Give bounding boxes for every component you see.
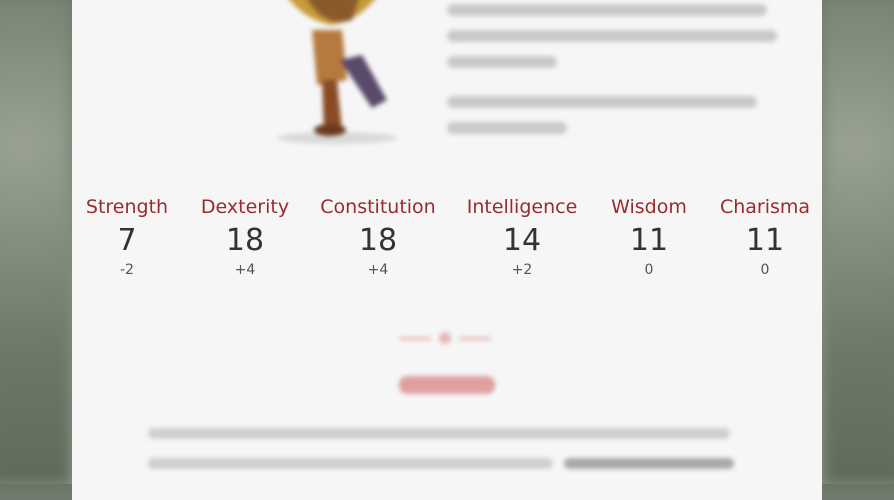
stat-modifier: -2 — [120, 262, 134, 278]
stat-label: Wisdom — [611, 196, 687, 218]
diamond-icon — [439, 332, 451, 344]
stat-strength: Strength 7 -2 — [86, 195, 168, 279]
stat-modifier: +4 — [234, 262, 256, 278]
stat-modifier: +2 — [511, 262, 533, 278]
ornament-divider — [397, 330, 497, 344]
stat-value: 14 — [502, 223, 542, 258]
stat-value: 11 — [629, 223, 669, 258]
stat-constitution: Constitution 18 +4 — [320, 195, 435, 279]
stat-value: 7 — [117, 223, 137, 258]
stat-label: Dexterity — [200, 196, 290, 218]
stat-modifier: 0 — [760, 262, 770, 278]
stat-label: Intelligence — [466, 196, 578, 218]
stat-charisma: Charisma 11 0 — [720, 195, 810, 279]
stat-label: Charisma — [719, 196, 811, 218]
stat-modifier: 0 — [644, 262, 654, 278]
stat-intelligence: Intelligence 14 +2 — [467, 195, 578, 279]
section-heading-blurred — [72, 372, 822, 400]
background-right — [824, 0, 894, 484]
intro-text-blurred — [447, 0, 787, 134]
quote-blurred — [148, 424, 748, 476]
stat-label: Constitution — [320, 196, 436, 218]
stat-wisdom: Wisdom 11 0 — [611, 195, 687, 279]
stat-label: Strength — [85, 196, 169, 218]
ability-scores: Strength 7 -2 Dexterity 18 +4 Constituti… — [72, 195, 822, 278]
stat-value: 11 — [745, 223, 785, 258]
stat-value: 18 — [358, 223, 398, 258]
stat-dexterity: Dexterity 18 +4 — [201, 195, 289, 279]
background-left — [0, 0, 70, 484]
character-illustration — [277, 0, 397, 144]
character-card: Strength 7 -2 Dexterity 18 +4 Constituti… — [72, 0, 822, 500]
stat-value: 18 — [225, 223, 265, 258]
stat-modifier: +4 — [367, 262, 389, 278]
